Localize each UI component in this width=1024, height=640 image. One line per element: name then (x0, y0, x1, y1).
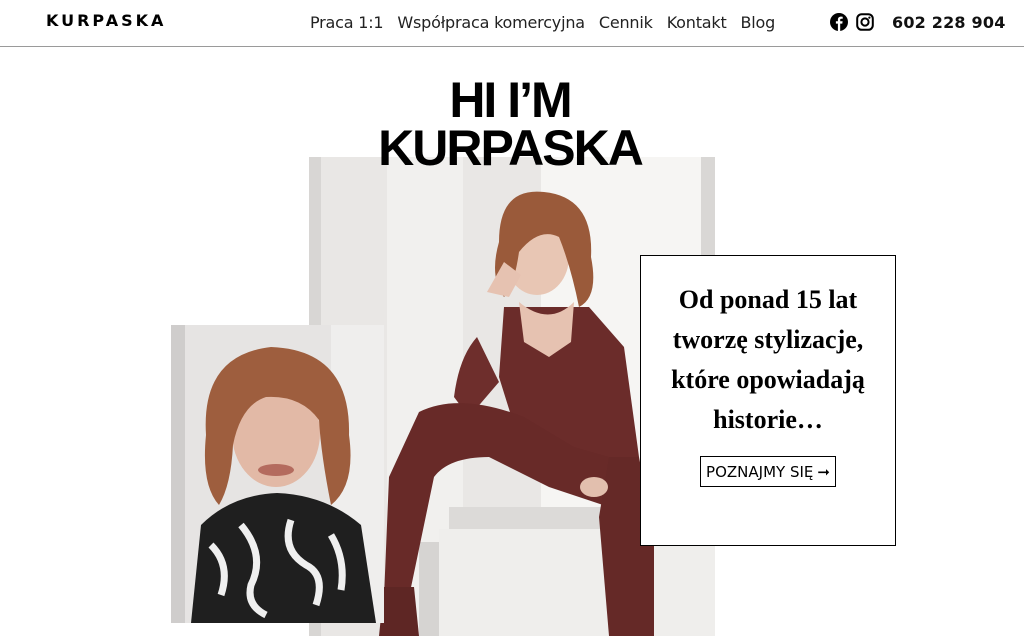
intro-card: Od ponad 15 lat tworzę stylizacje, które… (640, 255, 896, 546)
nav-cennik[interactable]: Cennik (599, 13, 653, 32)
hero-title-line2: KURPASKA (378, 120, 644, 176)
phone-number[interactable]: 602 228 904 (892, 13, 1006, 32)
nav-praca[interactable]: Praca 1:1 (310, 13, 384, 32)
facebook-icon[interactable] (830, 13, 848, 31)
cta-label: POZNAJMY SIĘ (706, 463, 814, 481)
site-logo[interactable]: KURPASKA (46, 11, 166, 30)
nav-blog[interactable]: Blog (741, 13, 776, 32)
nav-wspolpraca[interactable]: Współpraca komercyjna (397, 13, 585, 32)
intro-quote: Od ponad 15 lat tworzę stylizacje, które… (671, 285, 865, 434)
site-header: KURPASKA Praca 1:1 Współpraca komercyjna… (0, 0, 1024, 47)
hero-title: HI I’M KURPASKA (340, 75, 680, 173)
instagram-icon[interactable] (856, 13, 874, 31)
social-links (830, 13, 874, 31)
get-to-know-button[interactable]: POZNAJMY SIĘ ➞ (700, 456, 836, 487)
main-nav: Praca 1:1 Współpraca komercyjna Cennik K… (310, 13, 775, 32)
arrow-right-icon: ➞ (817, 463, 830, 481)
nav-kontakt[interactable]: Kontakt (667, 13, 727, 32)
hero-photo-portrait (171, 325, 384, 623)
